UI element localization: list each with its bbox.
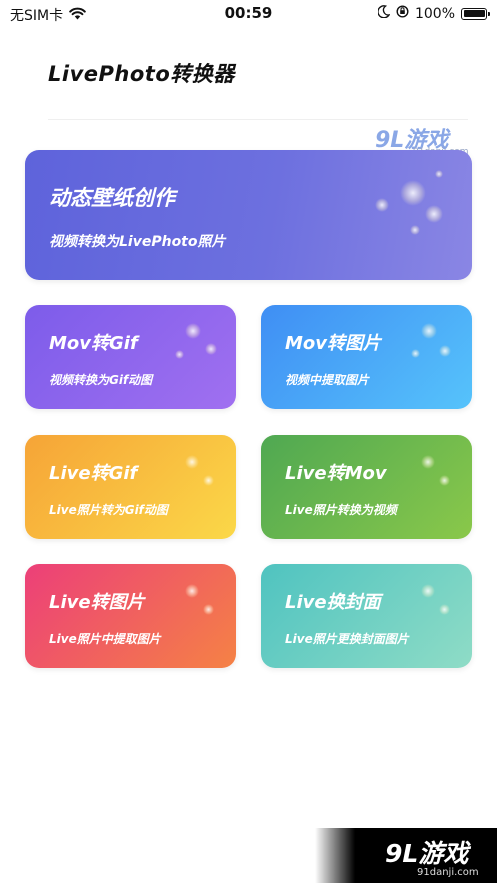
bokeh-light [205, 343, 217, 355]
card-title: Live转Mov [285, 463, 387, 484]
bokeh-light [375, 198, 389, 212]
bokeh-light [425, 205, 443, 223]
status-right: 100% [377, 5, 490, 22]
card-subtitle: Live照片更换封面图片 [285, 632, 409, 646]
bokeh-light [421, 323, 437, 339]
watermark-url: 91danji.com [417, 867, 479, 878]
bokeh-light [203, 475, 214, 486]
card-title: 动态壁纸创作 [49, 186, 175, 210]
card-title: Live转Gif [49, 463, 138, 484]
card-mov-to-image[interactable]: Mov转图片 视频中提取图片 [261, 305, 472, 409]
moon-icon [377, 5, 391, 22]
card-subtitle: 视频转换为LivePhoto照片 [49, 234, 226, 250]
card-title: Live换封面 [285, 592, 381, 613]
bokeh-light [185, 584, 199, 598]
bokeh-light [439, 345, 451, 357]
bokeh-light [439, 604, 450, 615]
bokeh-light [421, 584, 435, 598]
battery-icon [461, 7, 490, 20]
bokeh-light [185, 455, 199, 469]
bokeh-light [410, 225, 420, 235]
card-live-to-mov[interactable]: Live转Mov Live照片转换为视频 [261, 435, 472, 539]
bokeh-light [400, 180, 426, 206]
watermark-brand: 9L游戏 [385, 839, 469, 868]
card-title: Mov转图片 [285, 333, 382, 354]
card-live-to-gif[interactable]: Live转Gif Live照片转为Gif动图 [25, 435, 236, 539]
page-title: LivePhoto转换器 [48, 62, 235, 86]
status-bar: 无SIM卡 00:59 100% [0, 0, 497, 26]
bokeh-light [185, 323, 201, 339]
bokeh-light [411, 349, 420, 358]
card-subtitle: Live照片转为Gif动图 [49, 503, 168, 517]
battery-fill [463, 10, 485, 17]
orientation-lock-icon [396, 5, 409, 22]
card-dynamic-wallpaper[interactable]: 动态壁纸创作 视频转换为LivePhoto照片 [25, 150, 472, 280]
bokeh-light [439, 475, 450, 486]
bokeh-light [175, 350, 184, 359]
watermark-banner: 9L游戏 91danji.com [315, 828, 497, 883]
bokeh-light [435, 170, 443, 178]
divider [48, 119, 468, 120]
card-title: Mov转Gif [49, 333, 138, 354]
bokeh-light [421, 455, 435, 469]
card-title: Live转图片 [49, 592, 145, 613]
card-subtitle: Live照片中提取图片 [49, 632, 161, 646]
card-subtitle: 视频转换为Gif动图 [49, 373, 153, 387]
card-live-to-image[interactable]: Live转图片 Live照片中提取图片 [25, 564, 236, 668]
battery-percent: 100% [414, 5, 455, 22]
card-live-change-cover[interactable]: Live换封面 Live照片更换封面图片 [261, 564, 472, 668]
bokeh-light [203, 604, 214, 615]
card-subtitle: 视频中提取图片 [285, 373, 370, 387]
card-subtitle: Live照片转换为视频 [285, 503, 397, 517]
card-mov-to-gif[interactable]: Mov转Gif 视频转换为Gif动图 [25, 305, 236, 409]
